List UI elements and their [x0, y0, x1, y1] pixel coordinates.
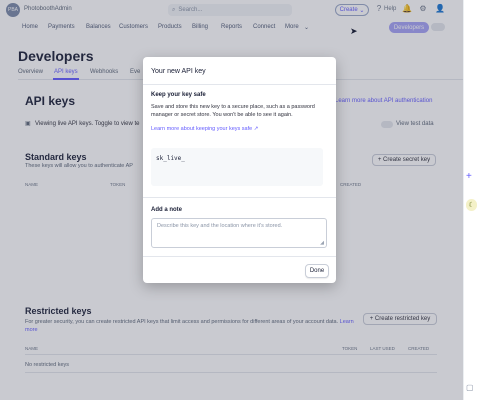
keep-key-safe-link-label: Learn more about keeping your keys safe	[151, 126, 253, 132]
assistant-icon[interactable]: ☾	[466, 199, 477, 211]
resize-handle-icon[interactable]: ◢	[320, 240, 324, 246]
note-textarea[interactable]: Describe this key and the location where…	[151, 218, 327, 248]
note-placeholder: Describe this key and the location where…	[157, 223, 283, 229]
keep-key-safe-heading: Keep your key safe	[151, 92, 206, 98]
api-key-box[interactable]: sk_live_	[151, 148, 323, 186]
dialog-divider	[143, 256, 336, 257]
dialog-divider	[143, 197, 336, 198]
keep-key-safe-link[interactable]: Learn more about keeping your keys safe …	[151, 126, 258, 132]
dialog-divider	[143, 84, 336, 85]
dialog-title: Your new API key	[151, 68, 206, 75]
api-key-value[interactable]: sk_live_	[156, 155, 185, 162]
new-api-key-dialog: Your new API key Keep your key safe Save…	[143, 57, 336, 283]
done-button[interactable]: Done	[305, 264, 329, 278]
plus-icon[interactable]: +	[466, 171, 472, 182]
keep-key-safe-description: Save and store this new key to a secure …	[151, 104, 315, 118]
add-note-heading: Add a note	[151, 207, 182, 213]
external-link-icon: ↗	[253, 126, 259, 132]
chat-icon[interactable]: ▢	[466, 383, 474, 392]
mouse-cursor-icon: ➤	[350, 26, 358, 36]
